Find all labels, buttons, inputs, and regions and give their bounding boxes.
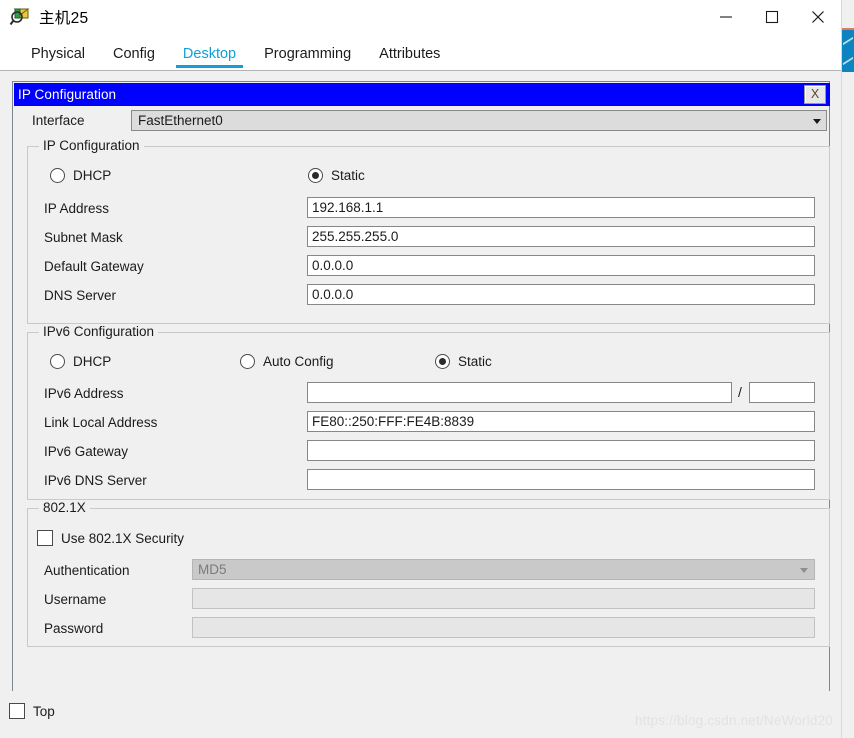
desktop-tab-panel: IP Configuration X Interface FastEtherne…	[0, 70, 841, 738]
label-ipv6-dns-server: IPv6 DNS Server	[44, 473, 147, 488]
radio-ipv6-dhcp-label: DHCP	[73, 354, 112, 369]
interface-row: Interface FastEthernet0	[14, 110, 830, 136]
radio-ipv4-static-label: Static	[331, 168, 365, 183]
checkbox-use-8021x-security-label: Use 802.1X Security	[61, 530, 185, 546]
input-subnet-mask-value: 255.255.255.0	[312, 229, 399, 244]
maximize-icon	[765, 10, 779, 23]
input-username[interactable]	[192, 588, 815, 609]
ipv6-configuration-group: IPv6 Configuration DHCP Auto Config Stat…	[27, 324, 830, 500]
chevron-down-icon	[813, 119, 821, 124]
dot1x-group-legend: 802.1X	[39, 500, 90, 515]
label-dns-server: DNS Server	[44, 288, 117, 303]
dialog-titlebar: IP Configuration X	[14, 83, 830, 106]
minimize-icon	[720, 15, 732, 18]
label-ipv6-address: IPv6 Address	[44, 386, 124, 401]
input-ip-address[interactable]: 192.168.1.1	[307, 197, 815, 218]
input-ip-address-value: 192.168.1.1	[312, 200, 384, 215]
label-username: Username	[44, 592, 107, 607]
radio-ipv6-dhcp[interactable]: DHCP	[50, 354, 111, 369]
radio-ipv6-auto-config-label: Auto Config	[263, 354, 334, 369]
input-default-gateway[interactable]: 0.0.0.0	[307, 255, 815, 276]
ipv6-group-legend: IPv6 Configuration	[39, 324, 159, 339]
ip-configuration-dialog: IP Configuration X Interface FastEtherne…	[12, 81, 830, 702]
label-ipv6-gateway: IPv6 Gateway	[44, 444, 129, 459]
radio-ipv4-dhcp[interactable]: DHCP	[50, 168, 111, 183]
packet-tracer-host-icon	[9, 6, 31, 28]
input-default-gateway-value: 0.0.0.0	[312, 258, 354, 273]
vertical-scrollbar[interactable]	[841, 0, 854, 738]
label-authentication: Authentication	[44, 563, 130, 578]
dialog-footer: Top https://blog.csdn.net/NeWorld20	[0, 691, 841, 738]
close-button[interactable]	[795, 0, 841, 33]
packet-tracer-device-window: 主机25 Physical Config Desktop Programming…	[0, 0, 854, 738]
checkbox-use-8021x-security[interactable]: Use 802.1X Security	[37, 530, 184, 546]
input-ipv6-address[interactable]	[307, 382, 732, 403]
radio-circle-filled-icon	[435, 354, 450, 369]
radio-ipv6-static-label: Static	[458, 354, 492, 369]
select-authentication-value: MD5	[198, 562, 227, 577]
window-controls	[703, 0, 841, 33]
label-ip-address: IP Address	[44, 201, 110, 216]
label-password: Password	[44, 621, 104, 636]
checkbox-top[interactable]: Top	[9, 703, 55, 719]
input-dns-server[interactable]: 0.0.0.0	[307, 284, 815, 305]
input-ipv6-prefix-length[interactable]	[749, 382, 815, 403]
input-link-local-address[interactable]: FE80::250:FFF:FE4B:8839	[307, 411, 815, 432]
interface-select-value: FastEthernet0	[138, 113, 223, 128]
tab-config[interactable]: Config	[99, 46, 169, 70]
scrollbar-thumb[interactable]	[842, 30, 854, 72]
dot1x-group: 802.1X Use 802.1X Security Authenticatio…	[27, 500, 830, 647]
ipv4-group-legend: IP Configuration	[39, 138, 144, 153]
minimize-button[interactable]	[703, 0, 749, 33]
input-link-local-address-value: FE80::250:FFF:FE4B:8839	[312, 414, 475, 429]
checkbox-top-label: Top	[33, 703, 55, 719]
checkbox-square-icon	[37, 530, 53, 546]
maximize-button[interactable]	[749, 0, 795, 33]
ipv4-configuration-group: IP Configuration DHCP Static IP Address …	[27, 138, 830, 324]
radio-ipv4-static[interactable]: Static	[308, 168, 365, 183]
close-icon	[812, 10, 824, 23]
label-subnet-mask: Subnet Mask	[44, 230, 123, 245]
window-title: 主机25	[39, 9, 89, 27]
input-dns-server-value: 0.0.0.0	[312, 287, 354, 302]
tab-programming[interactable]: Programming	[250, 46, 365, 70]
tab-bar: Physical Config Desktop Programming Attr…	[0, 33, 841, 70]
radio-ipv6-static[interactable]: Static	[435, 354, 492, 369]
interface-select[interactable]: FastEthernet0	[131, 110, 827, 131]
interface-label: Interface	[32, 113, 85, 128]
radio-circle-icon	[50, 354, 65, 369]
radio-circle-icon	[50, 168, 65, 183]
input-ipv6-dns-server[interactable]	[307, 469, 815, 490]
ipv6-prefix-separator: /	[738, 384, 742, 400]
radio-circle-icon	[240, 354, 255, 369]
dialog-close-button[interactable]: X	[804, 85, 826, 104]
dialog-title: IP Configuration	[18, 87, 117, 102]
select-authentication[interactable]: MD5	[192, 559, 815, 580]
watermark-text: https://blog.csdn.net/NeWorld20	[634, 713, 833, 728]
radio-ipv6-auto-config[interactable]: Auto Config	[240, 354, 334, 369]
tab-attributes[interactable]: Attributes	[365, 46, 454, 70]
radio-ipv4-dhcp-label: DHCP	[73, 168, 112, 183]
input-password[interactable]	[192, 617, 815, 638]
input-subnet-mask[interactable]: 255.255.255.0	[307, 226, 815, 247]
tab-desktop[interactable]: Desktop	[169, 46, 250, 70]
label-default-gateway: Default Gateway	[44, 259, 144, 274]
input-ipv6-gateway[interactable]	[307, 440, 815, 461]
checkbox-square-icon	[9, 703, 25, 719]
chevron-down-icon	[800, 568, 808, 573]
window-titlebar: 主机25	[0, 0, 841, 33]
tab-physical[interactable]: Physical	[17, 46, 99, 70]
label-link-local-address: Link Local Address	[44, 415, 158, 430]
radio-circle-filled-icon	[308, 168, 323, 183]
